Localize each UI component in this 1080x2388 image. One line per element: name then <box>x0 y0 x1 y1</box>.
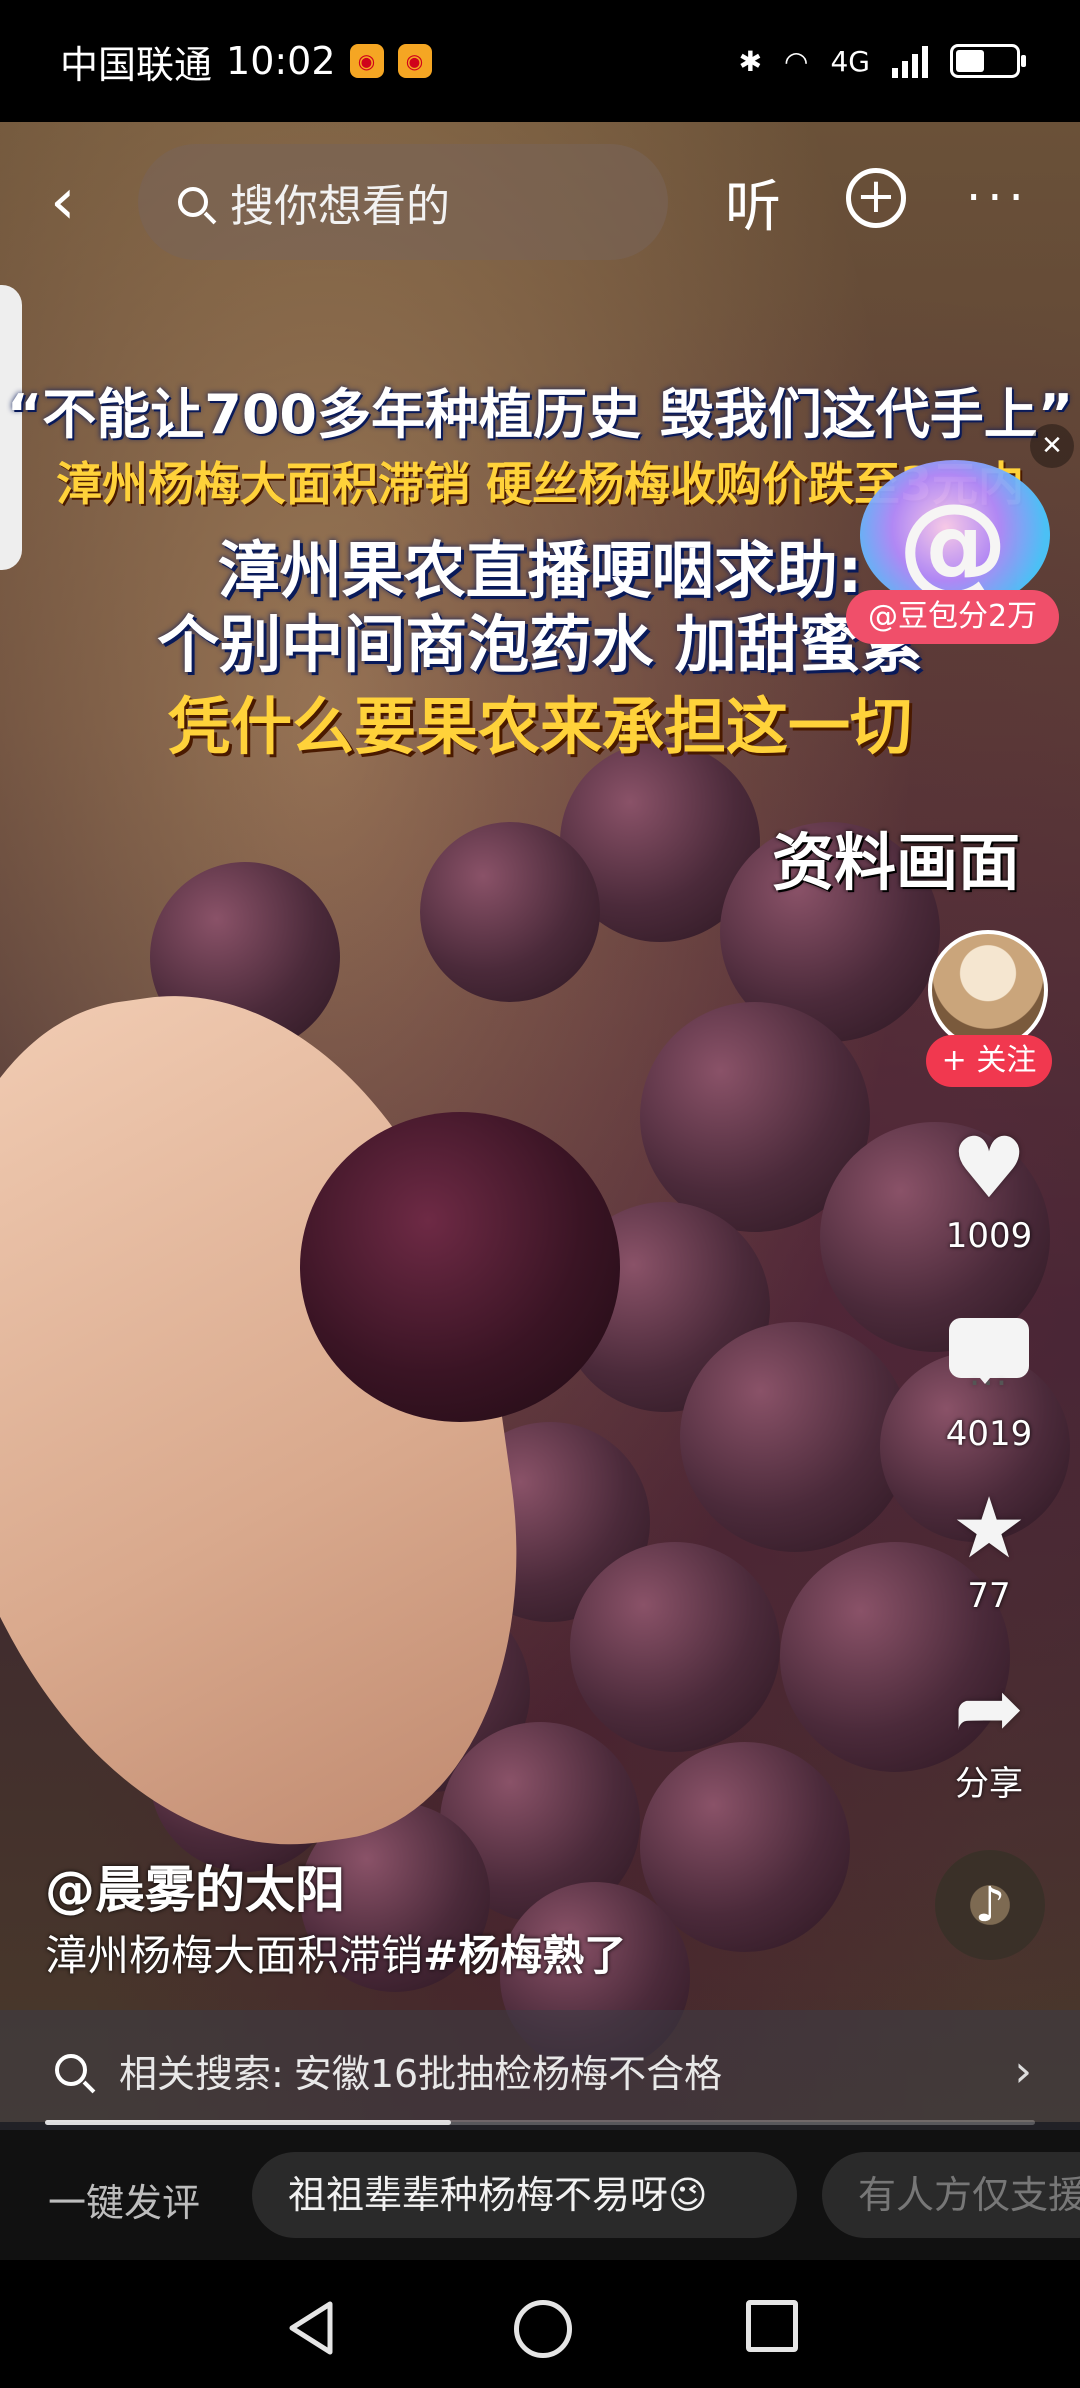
add-button[interactable]: + <box>846 168 906 228</box>
quick-comment-label: 一键发评 <box>48 2181 201 2225</box>
system-nav-bar <box>0 2260 1080 2388</box>
favorite-count: 77 <box>967 1576 1011 1616</box>
carrier-name: 中国联通 <box>60 42 213 87</box>
comment-count: 4019 <box>945 1414 1033 1454</box>
quick-comment-bar: 一键发评 祖祖辈辈种杨梅不易呀😉 有人方仅支援 <box>0 2130 1080 2260</box>
status-bar: 中国联通 10:02 ◉ ◉ ✱ ◠ 4G <box>0 0 1080 122</box>
bayberry <box>420 822 600 1002</box>
comment-suggestion-chip[interactable]: 有人方仅支援 <box>822 2152 1080 2238</box>
wifi-icon: ◠ <box>784 44 809 78</box>
back-button[interactable]: ‹ <box>50 170 110 234</box>
weibo-icon: ◉ <box>397 44 432 78</box>
weibo-icon: ◉ <box>349 44 384 78</box>
search-box[interactable]: 搜你想看的 <box>138 144 668 260</box>
comment-icon: ··· <box>929 1300 1049 1414</box>
post-description: 漳州杨梅大面积滞销#杨梅熟了 <box>45 1922 626 1983</box>
close-icon[interactable]: ✕ <box>1030 424 1074 468</box>
doubao-tag[interactable]: @豆包分2万 <box>846 590 1060 644</box>
search-icon <box>55 2054 87 2086</box>
follow-button[interactable]: + 关注 <box>926 1035 1052 1087</box>
status-left: 中国联通 10:02 ◉ ◉ <box>60 34 432 89</box>
back-triangle-icon[interactable] <box>286 2300 336 2356</box>
description-text: 漳州杨梅大面积滞销 <box>45 1931 424 1980</box>
archive-footage-label: 资料画面 <box>771 826 1020 899</box>
author-avatar[interactable] <box>928 930 1048 1050</box>
listen-button[interactable]: 听 <box>725 162 781 243</box>
share-button[interactable]: ➦ 分享 <box>929 1660 1049 1805</box>
top-nav: ‹ 搜你想看的 听 + ··· <box>0 122 1080 282</box>
more-icon[interactable]: ··· <box>966 170 1030 226</box>
video-caption-line: 凭什么要果农来承担这一切 <box>167 690 912 763</box>
share-label: 分享 <box>955 1764 1023 1804</box>
heart-icon: ♥ <box>951 1119 1027 1217</box>
search-icon <box>178 187 208 217</box>
bayberry <box>570 1542 780 1752</box>
held-bayberry <box>300 1112 620 1422</box>
battery-icon <box>950 44 1026 78</box>
doubao-badge[interactable]: @ <box>860 460 1050 610</box>
like-button[interactable]: ♥ 1009 <box>929 1120 1049 1256</box>
status-right: ✱ ◠ 4G <box>738 44 1026 78</box>
video-progress-bar[interactable] <box>45 2120 1035 2125</box>
recents-square-icon[interactable] <box>746 2300 798 2352</box>
related-search-query: 安徽16批抽检杨梅不合格 <box>293 2051 723 2096</box>
music-disc-icon[interactable]: ♪ <box>935 1850 1045 1960</box>
author-name[interactable]: @晨雾的太阳 <box>45 1850 345 1922</box>
home-circle-icon[interactable] <box>514 2300 572 2358</box>
related-search-bar[interactable]: 相关搜索: 安徽16批抽检杨梅不合格 › <box>0 2010 1080 2130</box>
bluetooth-icon: ✱ <box>738 44 763 78</box>
hashtag-link[interactable]: #杨梅熟了 <box>423 1931 626 1980</box>
network-type: 4G <box>830 44 870 78</box>
like-count: 1009 <box>945 1216 1033 1256</box>
related-search-label: 相关搜索: <box>119 2051 284 2096</box>
signal-icon <box>892 44 928 78</box>
share-arrow-icon: ➦ <box>953 1659 1025 1757</box>
bayberry <box>680 1322 910 1552</box>
video-caption-line: “不能让700多年种植历史 毁我们这代手上” <box>6 383 1074 446</box>
comment-button[interactable]: ··· 4019 <box>929 1300 1049 1454</box>
clock: 10:02 <box>226 39 336 83</box>
star-icon: ★ <box>951 1479 1027 1577</box>
progress-fill <box>45 2120 451 2125</box>
favorite-button[interactable]: ★ 77 <box>929 1480 1049 1616</box>
comment-suggestion-chip[interactable]: 祖祖辈辈种杨梅不易呀😉 <box>252 2152 797 2238</box>
search-placeholder: 搜你想看的 <box>230 181 450 232</box>
chevron-right-icon: › <box>1014 2046 1032 2097</box>
